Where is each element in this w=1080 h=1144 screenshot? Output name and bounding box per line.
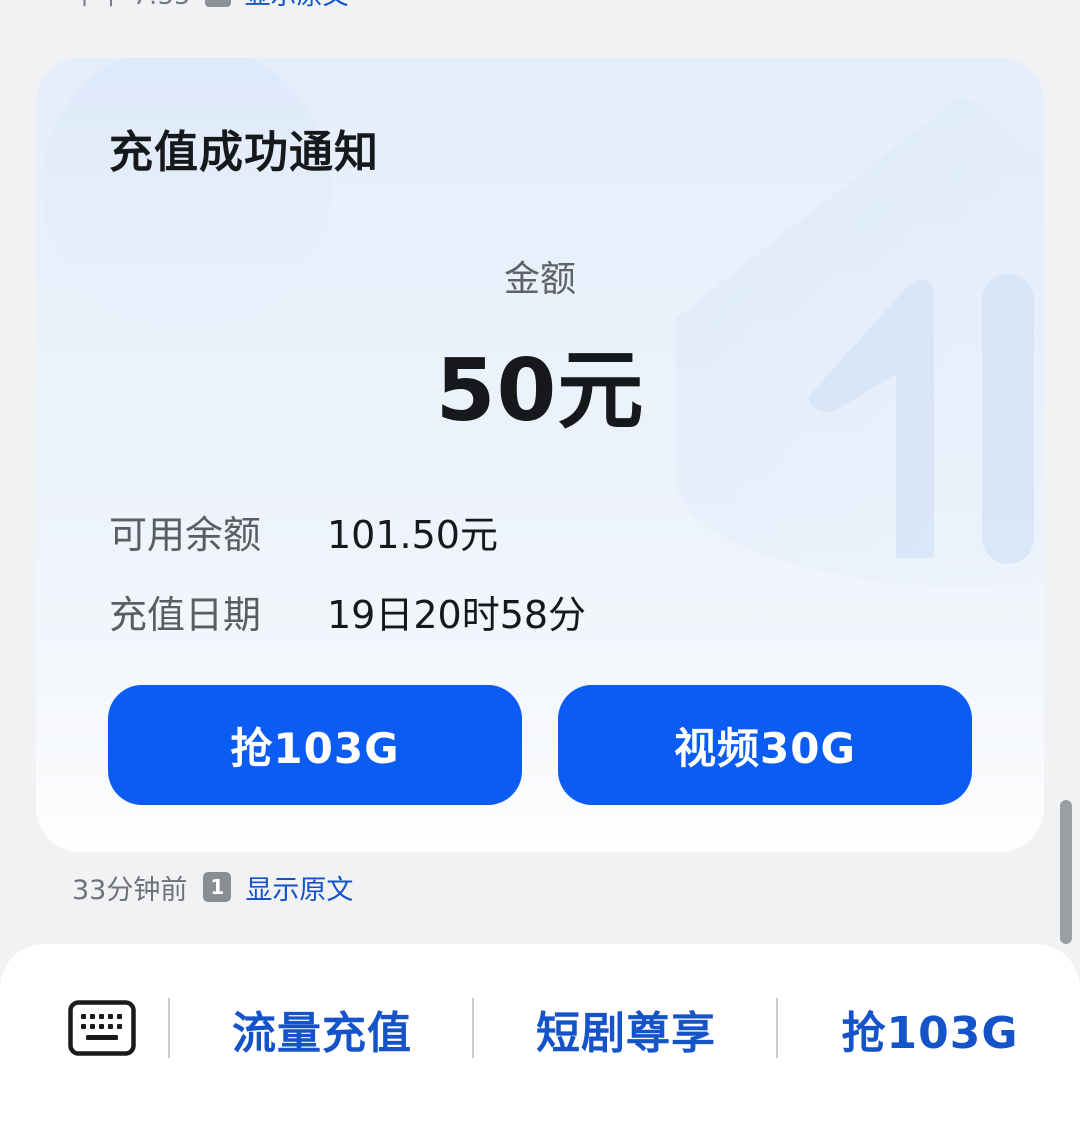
message-meta: 33分钟前 1 显示原文 — [72, 868, 353, 906]
balance-row: 可用余额 101.50元 — [109, 504, 498, 559]
scrollbar[interactable] — [1060, 800, 1072, 944]
show-original-link-previous[interactable]: 显示原文 — [245, 0, 349, 12]
message-time: 33分钟前 — [72, 874, 188, 906]
recharge-date-row: 充值日期 19日20时58分 — [109, 584, 586, 639]
previous-message-time: 下午 7:55 — [72, 0, 191, 12]
grab-103g-button[interactable]: 抢103G — [108, 685, 522, 805]
balance-label: 可用余额 — [109, 513, 262, 557]
menu-item-grab-103g[interactable]: 抢103G — [780, 998, 1080, 1060]
bottom-quick-menu: 流量充值 短剧尊享 抢103G — [0, 944, 1080, 1144]
menu-item-short-drama[interactable]: 短剧尊享 — [476, 998, 776, 1060]
menu-divider — [776, 998, 778, 1058]
menu-divider — [168, 998, 170, 1058]
recharge-notification-card: 充值成功通知 金额 50元 可用余额 101.50元 充值日期 19日20时58… — [36, 58, 1044, 852]
previous-message-meta: 下午 7:55 显示原文 — [72, 0, 349, 11]
amount-value: 50元 — [435, 341, 645, 441]
recharge-date-value: 19日20时58分 — [327, 593, 587, 637]
show-original-link[interactable]: 显示原文 — [245, 868, 353, 907]
video-30g-button[interactable]: 视频30G — [558, 685, 972, 805]
amount-label: 金额 — [503, 259, 576, 300]
keyboard-icon[interactable] — [68, 1000, 136, 1056]
sim-card-icon — [204, 0, 231, 7]
recharge-date-label: 充值日期 — [109, 593, 262, 637]
menu-item-data-recharge[interactable]: 流量充值 — [172, 998, 472, 1060]
menu-divider — [472, 998, 474, 1058]
sim-card-icon: 1 — [203, 872, 232, 902]
card-title: 充值成功通知 — [109, 127, 379, 178]
balance-value: 101.50元 — [327, 513, 498, 557]
